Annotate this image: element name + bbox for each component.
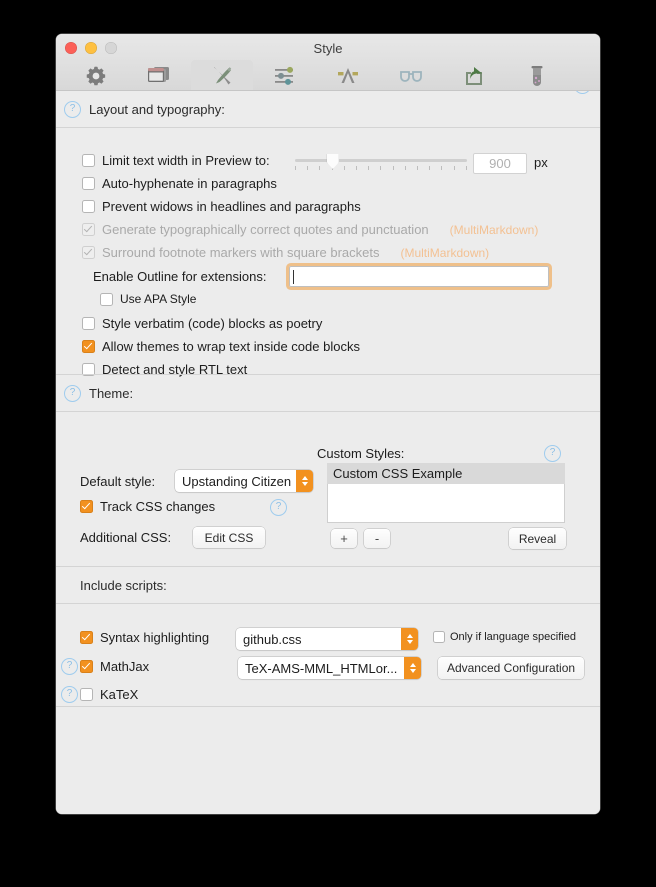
checkbox-mathjax[interactable]	[80, 660, 93, 673]
default-style-value: Upstanding Citizen	[182, 473, 292, 489]
custom-styles-list[interactable]: Custom CSS Example	[327, 463, 565, 523]
label-auto-hyphenate: Auto-hyphenate in paragraphs	[102, 176, 277, 191]
tag-multimarkdown-quotes: (MultiMarkdown)	[449, 222, 539, 237]
label-enable-outline: Enable Outline for extensions:	[93, 269, 267, 284]
checkbox-auto-hyphenate[interactable]	[82, 177, 95, 190]
help-icon-custom-styles[interactable]: ?	[544, 445, 561, 462]
section-header-layout: ? Layout and typography: ?	[56, 91, 600, 128]
section-body-theme: Custom Styles: ? Default style: Upstandi…	[56, 412, 600, 566]
chevron-updown-icon	[296, 470, 313, 492]
checkbox-footnote-brackets	[82, 246, 95, 259]
sliders-icon	[273, 63, 297, 89]
preferences-content: ? Layout and typography: ? Limit text wi…	[56, 90, 600, 814]
checkbox-wrap-code[interactable]	[82, 340, 95, 353]
test-tube-icon	[526, 63, 548, 89]
chevron-updown-icon-syntax	[401, 628, 418, 650]
outline-extensions-input[interactable]	[289, 266, 549, 287]
default-style-popup[interactable]: Upstanding Citizen	[175, 470, 313, 492]
checkbox-only-if-language[interactable]	[433, 631, 445, 643]
syntax-theme-value: github.css	[243, 631, 302, 647]
label-custom-styles: Custom Styles:	[317, 446, 405, 461]
remove-style-button[interactable]: -	[364, 529, 390, 548]
section-header-theme: ? Theme:	[56, 374, 600, 412]
checkbox-limit-width[interactable]	[82, 154, 95, 167]
checkbox-row-verbatim-poetry[interactable]: Style verbatim (code) blocks as poetry	[82, 316, 322, 331]
compass-a-icon	[335, 63, 361, 89]
checkbox-row-prevent-widows[interactable]: Prevent widows in headlines and paragrap…	[82, 199, 361, 214]
gear-icon	[84, 63, 108, 89]
window-title: Style	[313, 41, 343, 56]
edit-css-button[interactable]: Edit CSS	[193, 527, 265, 548]
checkbox-syntax-highlighting[interactable]	[80, 631, 93, 644]
list-item-custom-css-example[interactable]: Custom CSS Example	[327, 463, 565, 484]
help-icon-mathjax[interactable]: ?	[61, 658, 78, 675]
checkbox-apa-style[interactable]	[100, 292, 113, 306]
brush-pen-icon	[210, 63, 234, 89]
checkbox-row-wrap-code[interactable]: Allow themes to wrap text inside code bl…	[82, 339, 360, 354]
share-icon	[462, 63, 486, 89]
checkbox-row-footnote-brackets: Surround footnote markers with square br…	[82, 245, 489, 260]
checkbox-row-syntax-highlighting[interactable]: Syntax highlighting	[80, 630, 209, 645]
label-wrap-code: Allow themes to wrap text inside code bl…	[102, 339, 360, 354]
label-limit-width: Limit text width in Preview to:	[102, 153, 270, 168]
unit-label-px: px	[534, 155, 548, 170]
glasses-icon	[398, 63, 424, 89]
label-footnote-brackets: Surround footnote markers with square br…	[102, 245, 380, 260]
reveal-button[interactable]: Reveal	[509, 528, 566, 549]
help-icon-track-css[interactable]: ?	[270, 499, 287, 516]
checkbox-row-mathjax[interactable]: MathJax	[80, 659, 149, 674]
checkbox-track-css[interactable]	[80, 500, 93, 513]
checkbox-row-smart-quotes: Generate typographically correct quotes …	[82, 222, 538, 237]
mathjax-config-value: TeX-AMS-MML_HTMLor...	[245, 660, 398, 676]
bottom-divider	[56, 706, 600, 707]
preferences-window: Style General Preview	[56, 34, 600, 814]
advanced-configuration-button[interactable]: Advanced Configuration	[438, 657, 584, 679]
mathjax-config-popup[interactable]: TeX-AMS-MML_HTMLor...	[238, 657, 421, 679]
checkbox-row-only-if-language[interactable]: Only if language specified	[433, 631, 576, 643]
checkbox-row-limit-width[interactable]: Limit text width in Preview to:	[82, 153, 270, 168]
help-icon-pane[interactable]: ?	[574, 91, 591, 94]
section-title-layout: Layout and typography:	[89, 101, 225, 117]
label-default-style: Default style:	[80, 474, 156, 489]
checkbox-smart-quotes	[82, 223, 95, 236]
checkbox-row-katex[interactable]: KaTeX	[80, 687, 138, 702]
help-icon-theme[interactable]: ?	[64, 384, 81, 402]
windows-icon	[146, 63, 172, 89]
checkbox-row-apa-style[interactable]: Use APA Style	[100, 292, 196, 306]
section-header-scripts: Include scripts:	[56, 566, 600, 604]
text-caret	[293, 269, 294, 284]
label-syntax-highlighting: Syntax highlighting	[100, 630, 210, 645]
section-body-layout: Limit text width in Preview to: 900 px A…	[56, 128, 600, 377]
slider-ticks	[295, 166, 467, 171]
label-additional-css: Additional CSS:	[80, 530, 172, 545]
chevron-updown-icon-mathjax	[404, 657, 421, 679]
checkbox-prevent-widows[interactable]	[82, 200, 95, 213]
section-title-scripts: Include scripts:	[80, 577, 167, 593]
add-style-button[interactable]: +	[331, 529, 357, 548]
label-katex: KaTeX	[100, 687, 139, 702]
checkbox-row-track-css[interactable]: Track CSS changes	[80, 499, 215, 514]
tag-multimarkdown-footnotes: (MultiMarkdown)	[400, 245, 490, 260]
label-mathjax: MathJax	[100, 659, 150, 674]
label-smart-quotes: Generate typographically correct quotes …	[102, 222, 429, 237]
help-icon-katex[interactable]: ?	[61, 686, 78, 703]
label-prevent-widows: Prevent widows in headlines and paragrap…	[102, 199, 361, 214]
slider-track	[295, 159, 467, 162]
checkbox-katex[interactable]	[80, 688, 93, 701]
label-apa-style: Use APA Style	[120, 292, 197, 306]
section-body-scripts: Syntax highlighting github.css Only if l…	[56, 604, 600, 709]
checkbox-verbatim-poetry[interactable]	[82, 317, 95, 330]
checkbox-row-auto-hyphenate[interactable]: Auto-hyphenate in paragraphs	[82, 176, 277, 191]
label-only-if-language: Only if language specified	[450, 631, 576, 643]
syntax-theme-popup[interactable]: github.css	[236, 628, 418, 650]
text-width-slider[interactable]	[295, 154, 467, 172]
label-track-css: Track CSS changes	[100, 499, 216, 514]
window-titlebar: Style General Preview	[56, 34, 600, 105]
text-width-value-field[interactable]: 900	[473, 153, 527, 174]
help-icon-layout[interactable]: ?	[64, 100, 81, 118]
label-verbatim-poetry: Style verbatim (code) blocks as poetry	[102, 316, 323, 331]
section-title-theme: Theme:	[89, 385, 134, 401]
